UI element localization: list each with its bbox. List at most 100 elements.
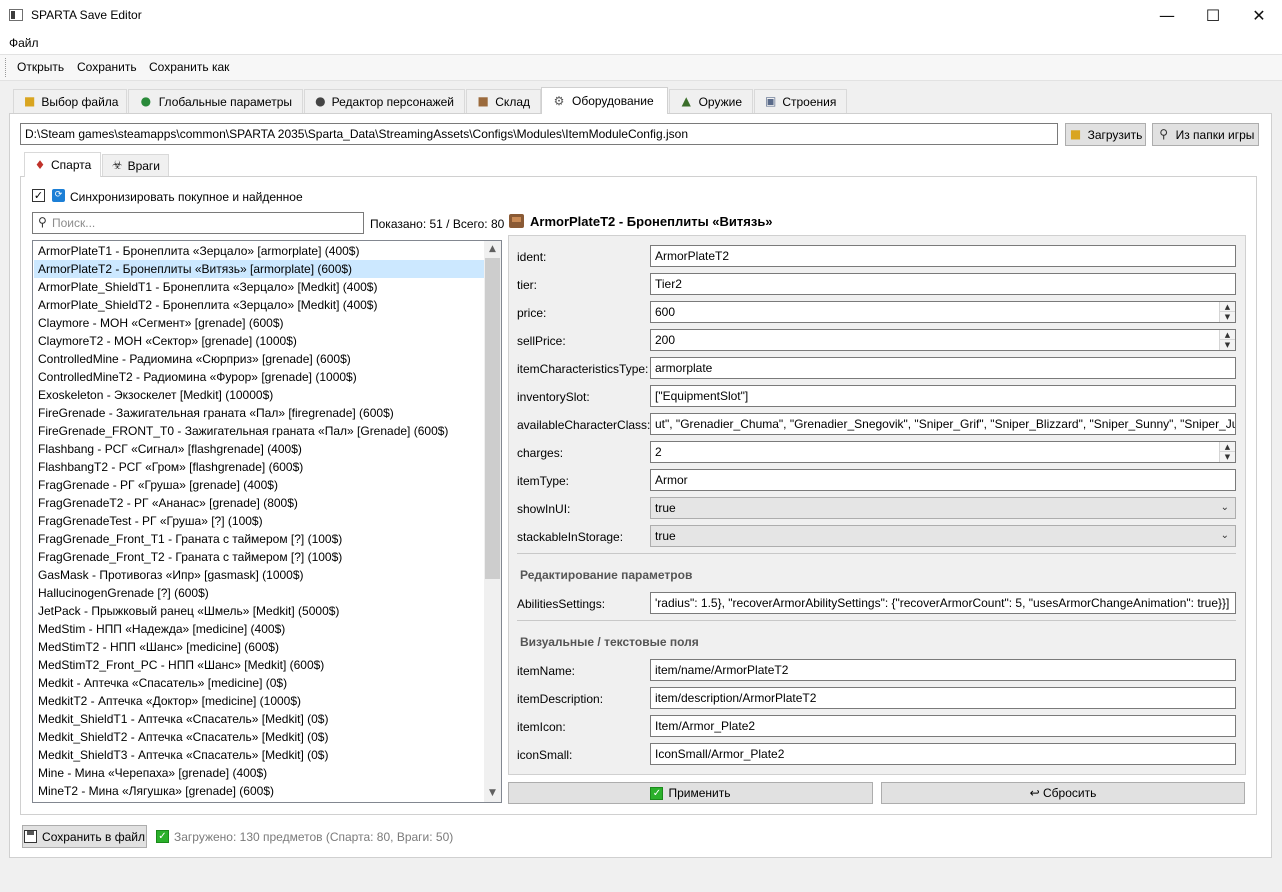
minimize-button[interactable]: — [1144, 0, 1190, 32]
tab-buildings[interactable]: ▣ Строения [754, 89, 847, 113]
list-item[interactable]: GasMask - Противогаз «Ипр» [gasmask] (10… [34, 566, 485, 584]
show-in-ui-select[interactable]: true ⌄ [650, 497, 1236, 519]
list-item[interactable]: MineT2 - Мина «Лягушка» [grenade] (600$) [34, 782, 485, 800]
list-item[interactable]: FireGrenade_FRONT_T0 - Зажигательная гра… [34, 422, 485, 440]
list-item[interactable]: Medkit_ShieldT1 - Аптечка «Спасатель» [M… [34, 710, 485, 728]
item-type-field[interactable]: Armor [650, 469, 1236, 491]
tab-character-editor[interactable]: ● Редактор персонажей [304, 89, 465, 113]
sync-checkbox[interactable]: ✓ [32, 189, 45, 202]
price-spin-buttons[interactable]: ▲ ▼ [1219, 302, 1235, 322]
list-item[interactable]: MedStimT2_Front_PC - НПП «Шанс» [Medkit]… [34, 656, 485, 674]
game-folder-button[interactable]: ⚲ Из папки игры [1152, 123, 1259, 146]
list-item[interactable]: ArmorPlate_ShieldT1 - Бронеплита «Зерцал… [34, 278, 485, 296]
save-to-file-button[interactable]: Сохранить в файл [22, 825, 147, 848]
spin-down-icon[interactable]: ▼ [1220, 340, 1235, 350]
item-name-field[interactable]: item/name/ArmorPlateT2 [650, 659, 1236, 681]
list-item[interactable]: MedkitT2 - Аптечка «Доктор» [medicine] (… [34, 692, 485, 710]
tab-label: Строения [782, 94, 837, 109]
tab-label: Оборудование [572, 94, 654, 108]
stackable-label: stackableInStorage: [517, 530, 624, 544]
list-item[interactable]: ControlledMineT2 - Радиомина «Фурор» [gr… [34, 368, 485, 386]
inventory-slot-field[interactable]: ["EquipmentSlot"] [650, 385, 1236, 407]
checkmark-icon: ✓ [650, 786, 664, 800]
section-visual-title: Визуальные / текстовые поля [520, 635, 699, 649]
list-item[interactable]: Medkit - Аптечка «Спасатель» [medicine] … [34, 674, 485, 692]
shield-icon: ♦ [34, 157, 46, 172]
ident-field[interactable]: ArmorPlateT2 [650, 245, 1236, 267]
tier-field[interactable]: Tier2 [650, 273, 1236, 295]
spin-up-icon[interactable]: ▲ [1220, 330, 1235, 340]
list-item[interactable]: Medkit_ShieldT2 - Аптечка «Спасатель» [M… [34, 728, 485, 746]
list-item[interactable]: ClaymoreT2 - МОН «Сектор» [grenade] (100… [34, 332, 485, 350]
save-to-file-label: Сохранить в файл [42, 829, 145, 844]
sellprice-stepper[interactable]: 200 ▲ ▼ [650, 329, 1236, 351]
list-item[interactable]: FragGrenadeT2 - РГ «Ананас» [grenade] (8… [34, 494, 485, 512]
list-item[interactable]: Mine - Мина «Черепаха» [grenade] (400$) [34, 764, 485, 782]
show-in-ui-label: showInUI: [517, 502, 571, 516]
config-path-input[interactable]: D:\Steam games\steamapps\common\SPARTA 2… [20, 123, 1058, 145]
sellprice-spin-buttons[interactable]: ▲ ▼ [1219, 330, 1235, 350]
maximize-button[interactable]: ☐ [1190, 0, 1236, 32]
available-class-field[interactable]: ut", "Grenadier_Chuma", "Grenadier_Snego… [650, 413, 1236, 435]
charges-spin-buttons[interactable]: ▲ ▼ [1219, 442, 1235, 462]
list-item[interactable]: FragGrenadeTest - РГ «Груша» [?] (100$) [34, 512, 485, 530]
tab-storage[interactable]: ■ Склад [466, 89, 541, 113]
list-item[interactable]: FragGrenade_Front_T1 - Граната с таймеро… [34, 530, 485, 548]
characteristics-type-field[interactable]: armorplate [650, 357, 1236, 379]
list-item[interactable]: JetPack - Прыжковый ранец «Шмель» [Medki… [34, 602, 485, 620]
scroll-down-icon[interactable]: ▼ [484, 785, 501, 802]
window-title: SPARTA Save Editor [31, 8, 142, 22]
list-item[interactable]: ArmorPlateT2 - Бронеплиты «Витязь» [armo… [34, 260, 485, 278]
spin-up-icon[interactable]: ▲ [1220, 302, 1235, 312]
item-list[interactable]: ArmorPlateT1 - Бронеплита «Зерцало» [arm… [32, 240, 502, 803]
show-in-ui-value: true [655, 501, 676, 515]
list-item[interactable]: Flashbang - РСГ «Сигнал» [flashgrenade] … [34, 440, 485, 458]
toolbar-grip[interactable] [5, 58, 7, 77]
list-item[interactable]: MedStimT2 - НПП «Шанс» [medicine] (600$) [34, 638, 485, 656]
tab-equipment[interactable]: ⚙ Оборудование [541, 87, 668, 114]
subtab-sparta[interactable]: ♦ Спарта [24, 152, 101, 177]
list-item[interactable]: Exoskeleton - Экзоскелет [Medkit] (10000… [34, 386, 485, 404]
list-item[interactable]: ArmorPlate_ShieldT2 - Бронеплита «Зерцал… [34, 296, 485, 314]
tab-weapons[interactable]: ▲ Оружие [669, 89, 753, 113]
charges-stepper[interactable]: 2 ▲ ▼ [650, 441, 1236, 463]
spin-down-icon[interactable]: ▼ [1220, 312, 1235, 322]
list-item[interactable]: Medkit_ShieldT3 - Аптечка «Спасатель» [M… [34, 746, 485, 764]
scroll-thumb[interactable] [485, 258, 500, 579]
load-button[interactable]: ■ Загрузить [1065, 123, 1146, 146]
title-bar [0, 0, 1282, 32]
spin-down-icon[interactable]: ▼ [1220, 452, 1235, 462]
subtab-enemies[interactable]: ☣ Враги [102, 154, 169, 176]
list-item[interactable]: Claymore - МОН «Сегмент» [grenade] (600$… [34, 314, 485, 332]
close-button[interactable]: ✕ [1236, 0, 1282, 32]
tab-file-select[interactable]: ■ Выбор файла [13, 89, 127, 113]
search-input[interactable] [52, 214, 360, 232]
list-item[interactable]: FragGrenade_Front_T2 - Граната с таймеро… [34, 548, 485, 566]
tab-label: Склад [495, 94, 530, 109]
list-item[interactable]: FireGrenade - Зажигательная граната «Пал… [34, 404, 485, 422]
reset-button[interactable]: ↩ Сбросить [881, 782, 1245, 804]
list-item[interactable]: FragGrenade - РГ «Груша» [grenade] (400$… [34, 476, 485, 494]
list-item[interactable]: HallucinogenGrenade [?] (600$) [34, 584, 485, 602]
abilities-field[interactable]: 'radius": 1.5}, "recoverArmorAbilitySett… [650, 592, 1236, 614]
stackable-select[interactable]: true ⌄ [650, 525, 1236, 547]
list-item[interactable]: FlashbangT2 - РСГ «Гром» [flashgrenade] … [34, 458, 485, 476]
menu-file[interactable]: Файл [9, 36, 39, 50]
save-as-button[interactable]: Сохранить как [149, 60, 229, 74]
item-icon-field[interactable]: Item/Armor_Plate2 [650, 715, 1236, 737]
icon-small-field[interactable]: IconSmall/Armor_Plate2 [650, 743, 1236, 765]
tab-label: Выбор файла [41, 94, 119, 109]
inventory-slot-label: inventorySlot: [517, 390, 590, 404]
list-item[interactable]: ControlledMine - Радиомина «Сюрприз» [gr… [34, 350, 485, 368]
tab-global-params[interactable]: ● Глобальные параметры [128, 89, 303, 113]
tab-label: Глобальные параметры [158, 94, 292, 109]
spin-up-icon[interactable]: ▲ [1220, 442, 1235, 452]
save-button[interactable]: Сохранить [77, 60, 137, 74]
list-item[interactable]: ArmorPlateT1 - Бронеплита «Зерцало» [arm… [34, 242, 485, 260]
apply-button[interactable]: ✓ Применить [508, 782, 873, 804]
list-item[interactable]: MedStim - НПП «Надежда» [medicine] (400$… [34, 620, 485, 638]
scroll-up-icon[interactable]: ▲ [484, 241, 501, 258]
price-stepper[interactable]: 600 ▲ ▼ [650, 301, 1236, 323]
item-description-field[interactable]: item/description/ArmorPlateT2 [650, 687, 1236, 709]
open-button[interactable]: Открыть [17, 60, 64, 74]
